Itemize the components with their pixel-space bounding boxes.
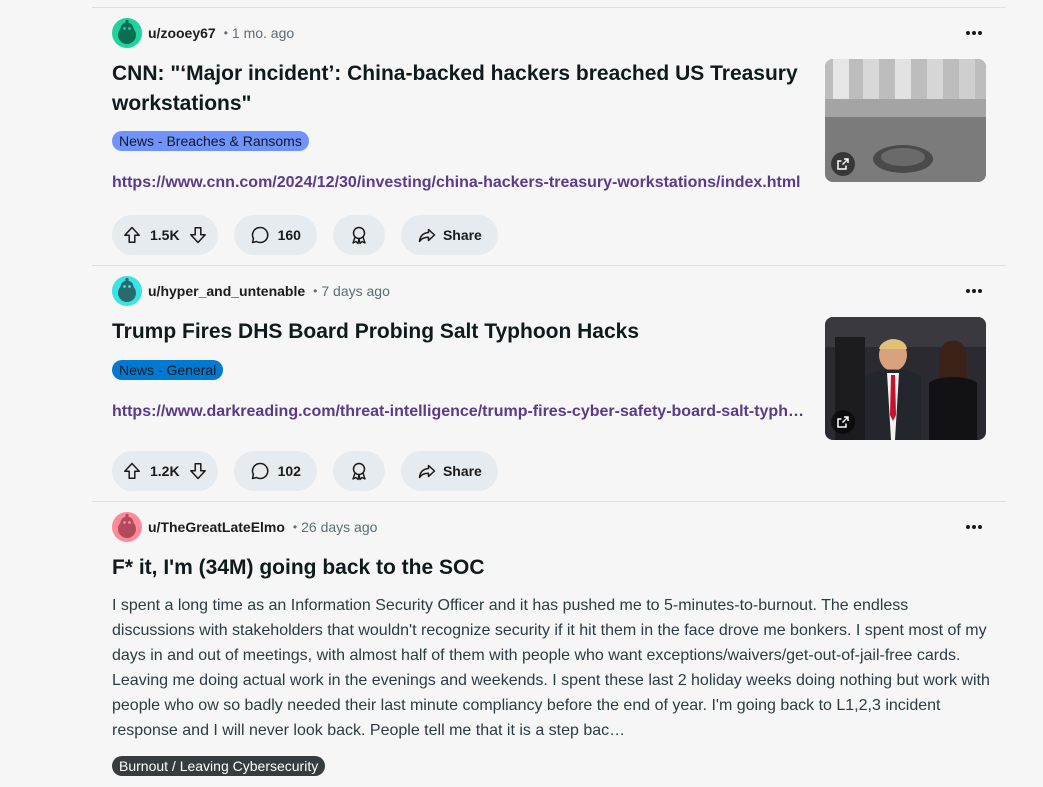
external-link-button[interactable] bbox=[831, 410, 855, 434]
post-card[interactable]: u/TheGreatLateElmo • 26 days ago F* it, … bbox=[92, 502, 1006, 787]
post-flair[interactable]: News - General bbox=[112, 360, 224, 380]
ellipsis-icon bbox=[966, 31, 982, 35]
share-label: Share bbox=[442, 463, 482, 479]
post-actions: 1.5K 160 Share bbox=[112, 215, 498, 255]
share-button[interactable]: Share bbox=[400, 215, 498, 255]
snoo-avatar-icon bbox=[118, 277, 136, 302]
post-thumbnail[interactable] bbox=[825, 59, 986, 182]
upvote-button[interactable] bbox=[122, 461, 142, 481]
meta-separator: • bbox=[313, 284, 318, 298]
post-time: 7 days ago bbox=[321, 283, 390, 299]
share-arrow-icon bbox=[418, 228, 436, 243]
share-button[interactable]: Share bbox=[400, 451, 498, 491]
ellipsis-icon bbox=[966, 289, 982, 293]
post-feed: u/zooey67 • 1 mo. ago CNN: "‘Major incid… bbox=[92, 0, 1006, 787]
vote-count: 1.5K bbox=[150, 227, 180, 243]
comment-bubble-icon bbox=[251, 226, 269, 244]
downvote-button[interactable] bbox=[188, 225, 208, 245]
downvote-arrow-icon bbox=[189, 463, 206, 480]
vote-control: 1.2K bbox=[112, 451, 218, 491]
more-options-button[interactable] bbox=[962, 21, 986, 45]
post-author[interactable]: u/hyper_and_untenable bbox=[148, 283, 305, 299]
avatar[interactable] bbox=[112, 276, 142, 306]
comment-bubble-icon bbox=[251, 462, 269, 480]
post-title[interactable]: Trump Fires DHS Board Probing Salt Typho… bbox=[112, 317, 812, 347]
post-thumbnail[interactable] bbox=[825, 317, 986, 440]
share-label: Share bbox=[442, 227, 482, 243]
external-link-icon bbox=[837, 416, 849, 428]
post-card[interactable]: u/zooey67 • 1 mo. ago CNN: "‘Major incid… bbox=[92, 0, 1006, 265]
comments-button[interactable]: 102 bbox=[233, 451, 317, 491]
post-flair[interactable]: News - Breaches & Ransoms bbox=[112, 131, 309, 151]
meta-separator: • bbox=[292, 520, 298, 534]
post-link[interactable]: https://www.cnn.com/2024/12/30/investing… bbox=[112, 172, 812, 194]
comments-button[interactable]: 160 bbox=[233, 215, 317, 255]
award-ribbon-icon bbox=[352, 462, 366, 481]
snoo-avatar-icon bbox=[118, 513, 136, 538]
more-options-button[interactable] bbox=[962, 515, 986, 539]
post-author[interactable]: u/TheGreatLateElmo bbox=[148, 519, 285, 535]
downvote-arrow-icon bbox=[189, 227, 206, 244]
award-ribbon-icon bbox=[352, 226, 366, 245]
snoo-avatar-icon bbox=[118, 19, 136, 44]
share-arrow-icon bbox=[418, 464, 436, 479]
post-card[interactable]: u/hyper_and_untenable • 7 days ago Trump… bbox=[92, 266, 1006, 501]
post-meta: u/hyper_and_untenable • 7 days ago bbox=[112, 276, 390, 306]
comment-count: 102 bbox=[277, 463, 301, 479]
external-link-button[interactable] bbox=[831, 152, 855, 176]
vote-count: 1.2K bbox=[150, 463, 180, 479]
post-flair[interactable]: Burnout / Leaving Cybersecurity bbox=[112, 756, 326, 776]
post-author[interactable]: u/zooey67 bbox=[148, 25, 216, 41]
post-link[interactable]: https://www.darkreading.com/threat-intel… bbox=[112, 401, 812, 423]
meta-separator: • bbox=[223, 26, 228, 40]
award-button[interactable] bbox=[332, 215, 385, 255]
upvote-button[interactable] bbox=[122, 225, 142, 245]
upvote-arrow-icon bbox=[124, 462, 140, 479]
post-title[interactable]: CNN: "‘Major incident’: China-backed hac… bbox=[112, 59, 812, 119]
post-actions: 1.2K 102 Share bbox=[112, 451, 498, 491]
more-options-button[interactable] bbox=[962, 279, 986, 303]
vote-control: 1.5K bbox=[112, 215, 218, 255]
upvote-arrow-icon bbox=[124, 226, 140, 243]
avatar[interactable] bbox=[112, 18, 142, 48]
award-button[interactable] bbox=[332, 451, 385, 491]
ellipsis-icon bbox=[966, 525, 982, 529]
avatar[interactable] bbox=[112, 512, 142, 542]
post-time: 26 days ago bbox=[301, 519, 378, 535]
post-title[interactable]: F* it, I'm (34M) going back to the SOC bbox=[112, 553, 992, 583]
post-body: I spent a long time as an Information Se… bbox=[112, 597, 990, 739]
downvote-button[interactable] bbox=[188, 461, 208, 481]
external-link-icon bbox=[837, 158, 849, 170]
comment-count: 160 bbox=[277, 227, 301, 243]
post-meta: u/TheGreatLateElmo • 26 days ago bbox=[112, 512, 378, 542]
post-meta: u/zooey67 • 1 mo. ago bbox=[112, 18, 295, 48]
post-time: 1 mo. ago bbox=[231, 25, 295, 41]
